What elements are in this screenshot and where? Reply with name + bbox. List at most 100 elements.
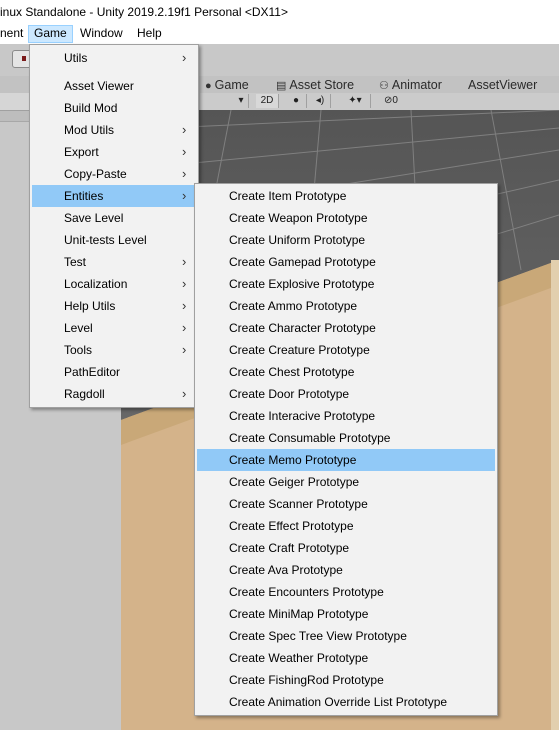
tab-game[interactable]: ● Game [205,77,249,93]
menu-item-create-ava-prototype[interactable]: Create Ava Prototype [197,559,495,581]
game-controller-icon: ● [205,80,212,92]
menu-bar: nent Game Window Help [0,25,559,44]
menu-item-label: Entities [64,189,104,203]
menu-item-create-geiger-prototype[interactable]: Create Geiger Prototype [197,471,495,493]
animator-icon: ⚇ [379,80,389,92]
menu-item-localization[interactable]: Localization › [32,273,196,295]
menu-item-label: Save Level [64,211,124,225]
hidden-count: 0 [392,95,398,106]
menu-item-ragdoll[interactable]: Ragdoll › [32,383,196,405]
menu-item-create-interacive-prototype[interactable]: Create Interacive Prototype [197,405,495,427]
menu-item-create-craft-prototype[interactable]: Create Craft Prototype [197,537,495,559]
menu-item-create-ammo-prototype[interactable]: Create Ammo Prototype [197,295,495,317]
visibility-toggle[interactable]: ⊘0 [376,94,406,108]
store-icon: ▤ [276,80,287,92]
menu-item-label: Create Item Prototype [229,189,347,203]
tab-asset-viewer[interactable]: AssetViewer [468,77,537,93]
menu-item-label: Create Door Prototype [229,387,350,401]
menu-item-label: Create Spec Tree View Prototype [229,629,407,643]
chevron-right-icon: › [182,320,187,335]
menu-window[interactable]: Window [75,25,128,43]
menu-item-create-weapon-prototype[interactable]: Create Weapon Prototype [197,207,495,229]
menu-item-create-character-prototype[interactable]: Create Character Prototype [197,317,495,339]
menu-item-label: Copy-Paste [64,167,127,181]
chevron-right-icon: › [182,166,187,181]
menu-item-label: Test [64,255,87,269]
menu-help[interactable]: Help [132,25,167,43]
menu-item-create-chest-prototype[interactable]: Create Chest Prototype [197,361,495,383]
menu-item-create-gamepad-prototype[interactable]: Create Gamepad Prototype [197,251,495,273]
menu-item-label: Create Consumable Prototype [229,431,391,445]
chevron-right-icon: › [182,342,187,357]
menu-item-export[interactable]: Export › [32,141,196,163]
menu-item-create-memo-prototype[interactable]: Create Memo Prototype [197,449,495,471]
menu-item-label: Create Uniform Prototype [229,233,366,247]
tab-asset-store[interactable]: ▤ Asset Store [276,77,354,93]
menu-item-create-consumable-prototype[interactable]: Create Consumable Prototype [197,427,495,449]
menu-item-create-spec-tree-view-prototype[interactable]: Create Spec Tree View Prototype [197,625,495,647]
menu-item-label: Create Memo Prototype [229,453,357,467]
menu-item-label: Utils [64,51,88,65]
tab-game-label: Game [214,78,249,92]
menu-item-label: Create Weapon Prototype [229,211,368,225]
menu-item-create-item-prototype[interactable]: Create Item Prototype [197,185,495,207]
menu-item-create-minimap-prototype[interactable]: Create MiniMap Prototype [197,603,495,625]
menu-item-label: Create Creature Prototype [229,343,370,357]
toggle-2d-button[interactable]: 2D [256,94,279,108]
menu-item-label: Create Scanner Prototype [229,497,368,511]
menu-item-label: PathEditor [64,365,121,379]
effects-icon[interactable]: ✦▾ [340,94,371,108]
menu-item-create-fishingrod-prototype[interactable]: Create FishingRod Prototype [197,669,495,691]
menu-item-label: Level [64,321,93,335]
tab-animator-label: Animator [391,78,442,92]
shading-dropdown[interactable]: ▾ [234,94,249,108]
entities-submenu: Create Item Prototype Create Weapon Prot… [194,183,498,716]
menu-item-build-mod[interactable]: Build Mod [32,97,196,119]
menu-item-create-door-prototype[interactable]: Create Door Prototype [197,383,495,405]
menu-item-utils[interactable]: Utils › [32,47,196,69]
menu-item-label: Create Ava Prototype [229,563,343,577]
menu-item-entities[interactable]: Entities › [32,185,196,207]
chevron-right-icon: › [182,144,187,159]
tab-asset-store-label: Asset Store [289,78,355,92]
scene-toolbar: ▾ 2D ● ◂) ✦▾ ⊘0 [200,93,559,111]
menu-item-create-explosive-prototype[interactable]: Create Explosive Prototype [197,273,495,295]
menu-item-create-effect-prototype[interactable]: Create Effect Prototype [197,515,495,537]
tab-animator[interactable]: ⚇ Animator [379,77,442,93]
menu-item-unit-tests-level[interactable]: Unit-tests Level [32,229,196,251]
menu-item-create-creature-prototype[interactable]: Create Creature Prototype [197,339,495,361]
menu-item-create-animation-override-list-prototype[interactable]: Create Animation Override List Prototype [197,691,495,713]
menu-item-test[interactable]: Test › [32,251,196,273]
menu-item-label: Localization [64,277,128,291]
chevron-right-icon: › [182,386,187,401]
menu-item-label: Create Chest Prototype [229,365,355,379]
menu-item-tools[interactable]: Tools › [32,339,196,361]
menu-item-label: Create Character Prototype [229,321,376,335]
menu-item-mod-utils[interactable]: Mod Utils › [32,119,196,141]
menu-item-asset-viewer[interactable]: Asset Viewer [32,75,196,97]
chevron-right-icon: › [182,254,187,269]
menu-item-create-uniform-prototype[interactable]: Create Uniform Prototype [197,229,495,251]
menu-item-label: Create MiniMap Prototype [229,607,369,621]
menu-item-label: Create Effect Prototype [229,519,354,533]
menu-game[interactable]: Game [28,25,73,43]
menu-item-save-level[interactable]: Save Level [32,207,196,229]
menu-item-create-encounters-prototype[interactable]: Create Encounters Prototype [197,581,495,603]
light-bulb-icon[interactable]: ● [286,94,307,108]
menu-item-help-utils[interactable]: Help Utils › [32,295,196,317]
menu-item-label: Create Weather Prototype [229,651,369,665]
menu-item-copy-paste[interactable]: Copy-Paste › [32,163,196,185]
tab-asset-viewer-label: AssetViewer [468,78,538,92]
menu-item-label: Create Encounters Prototype [229,585,384,599]
menu-item-label: Help Utils [64,299,116,313]
menu-item-create-scanner-prototype[interactable]: Create Scanner Prototype [197,493,495,515]
menu-item-label: Tools [64,343,93,357]
menu-component[interactable]: nent [0,25,28,43]
menu-item-level[interactable]: Level › [32,317,196,339]
chevron-right-icon: › [182,188,187,203]
menu-item-label: Export [64,145,99,159]
menu-item-create-weather-prototype[interactable]: Create Weather Prototype [197,647,495,669]
menu-item-patheditor[interactable]: PathEditor [32,361,196,383]
speaker-icon[interactable]: ◂) [310,94,331,108]
menu-item-label: Asset Viewer [64,79,134,93]
